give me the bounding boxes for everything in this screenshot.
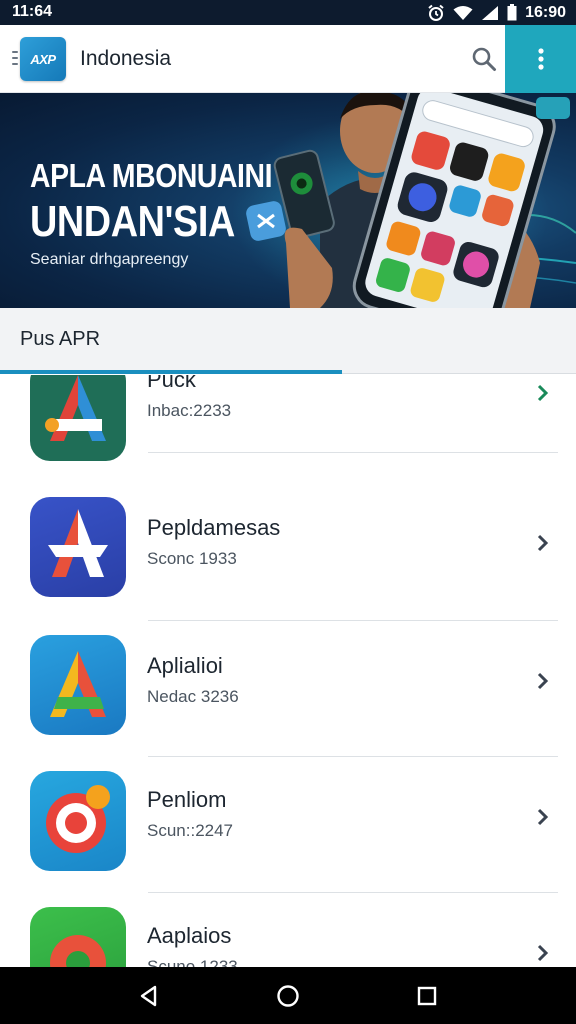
recents-icon (417, 986, 436, 1005)
list-item[interactable]: Aplialioi Nedac 3236 (0, 621, 576, 757)
battery-icon (507, 4, 517, 21)
app-bar: AXP Indonesia (0, 25, 576, 93)
more-options-button[interactable] (505, 25, 576, 93)
chevron-right-icon (537, 534, 549, 552)
chevron-right-icon (537, 672, 549, 690)
app-meta: Inbac:2233 (147, 401, 232, 420)
section-label: Pus APR (20, 328, 101, 350)
more-vertical-icon (537, 48, 544, 70)
drawer-handle-icon[interactable] (12, 51, 20, 67)
home-icon (277, 984, 299, 1007)
promo-banner[interactable]: APLA MBONUAINI UNDAN'SIA Seaniar drhgapr… (0, 93, 576, 308)
app-icon-star-a (30, 497, 126, 597)
back-button[interactable] (129, 976, 169, 1016)
list-item[interactable]: Aaplaios Scuno 1233 (0, 893, 576, 967)
list-item[interactable]: Puck Inbac:2233 (0, 375, 576, 479)
app-meta: Scun::2247 (147, 821, 234, 840)
status-icons: 16:90 (427, 2, 566, 23)
system-nav-bar (0, 967, 576, 1024)
signal-icon (482, 5, 499, 20)
list-item[interactable]: Penliom Scun::2247 (0, 757, 576, 893)
banner-illustration (246, 93, 576, 308)
status-bar: 11:64 16:90 (0, 0, 576, 25)
chevron-right-icon (537, 808, 549, 826)
list-item[interactable]: Pepldamesas Sconc 1933 (0, 485, 576, 621)
search-button[interactable] (466, 41, 502, 77)
app-icon-red-blue-a (30, 375, 126, 461)
app-title: Indonesia (80, 47, 172, 70)
app-meta: Scuno 1233 (147, 957, 238, 967)
app-name: Aplialioi (147, 653, 223, 678)
app-meta: Sconc 1933 (147, 549, 237, 568)
tab-indicator (0, 370, 342, 374)
search-icon (472, 47, 496, 71)
status-time-left: 11:64 (12, 3, 53, 20)
app-icon-color-a (30, 635, 126, 735)
app-name: Puck (147, 375, 196, 392)
app-icon-gear (30, 907, 126, 967)
app-name: Penliom (147, 787, 227, 812)
app-icon-target (30, 771, 126, 871)
status-time-right: 16:90 (525, 3, 566, 21)
home-button[interactable] (268, 976, 308, 1016)
chevron-right-icon (537, 944, 549, 962)
app-logo-text: AXP (30, 51, 56, 67)
wifi-icon (453, 5, 473, 20)
app-name: Aaplaios (147, 923, 232, 948)
back-icon (141, 985, 157, 1006)
banner-title-line2: UNDAN'SIA (30, 197, 235, 246)
alarm-icon (428, 4, 444, 21)
banner-title-line1: APLA MBONUAINI (30, 157, 273, 194)
chevron-right-icon (537, 384, 549, 402)
recents-button[interactable] (407, 976, 447, 1016)
app-meta: Nedac 3236 (147, 687, 239, 706)
banner-subtitle: Seaniar drhgapreengy (30, 251, 189, 268)
app-logo: AXP (20, 37, 66, 81)
app-list: Puck Inbac:2233 Pepldamesas Sconc 1933 A… (0, 375, 576, 967)
section-tab[interactable]: Pus APR (0, 308, 576, 374)
app-name: Pepldamesas (147, 515, 281, 540)
